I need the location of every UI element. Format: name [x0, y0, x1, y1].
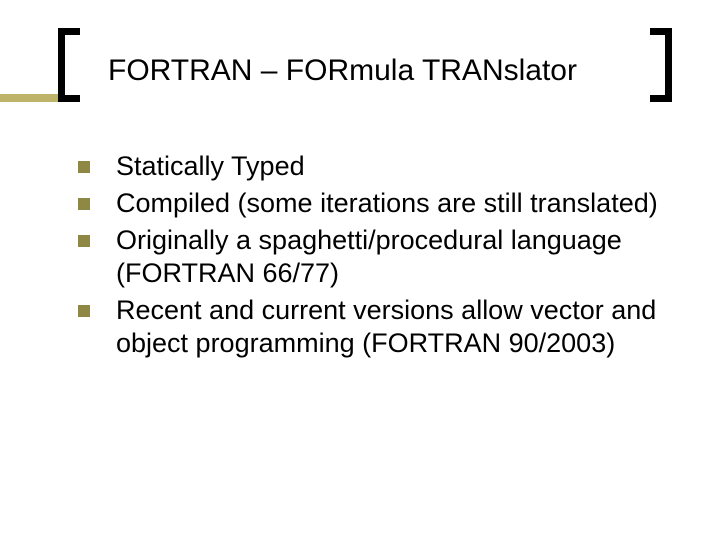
list-item-text: Statically Typed	[116, 150, 305, 183]
square-bullet-icon	[78, 235, 90, 247]
list-item: Statically Typed	[78, 150, 660, 183]
square-bullet-icon	[78, 305, 90, 317]
title-bracket-right	[650, 28, 672, 102]
list-item: Recent and current versions allow vector…	[78, 294, 660, 360]
bullet-list: Statically Typed Compiled (some iteratio…	[78, 150, 660, 364]
square-bullet-icon	[78, 198, 90, 210]
list-item: Compiled (some iterations are still tran…	[78, 187, 660, 220]
slide-title: FORTRAN – FORmula TRANslator	[108, 54, 640, 88]
accent-stripe	[0, 94, 58, 102]
list-item-text: Compiled (some iterations are still tran…	[116, 187, 658, 220]
list-item-text: Recent and current versions allow vector…	[116, 294, 660, 360]
list-item: Originally a spaghetti/procedural langua…	[78, 224, 660, 290]
list-item-text: Originally a spaghetti/procedural langua…	[116, 224, 660, 290]
square-bullet-icon	[78, 161, 90, 173]
title-bracket-left	[58, 28, 80, 102]
